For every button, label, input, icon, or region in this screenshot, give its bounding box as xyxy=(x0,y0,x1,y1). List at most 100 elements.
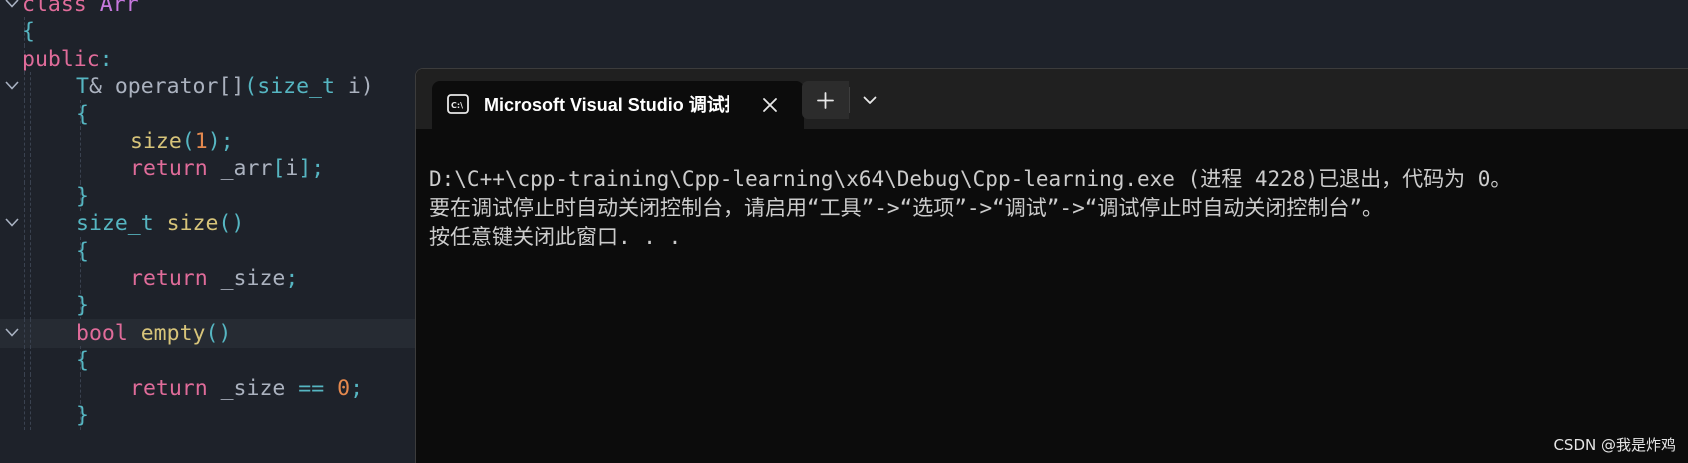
code-text: size(1); xyxy=(130,127,234,156)
output-line-2: 要在调试停止时自动关闭控制台，请启用“工具”->“选项”->“调试”->“调试停… xyxy=(429,196,1383,220)
code-token: () xyxy=(205,320,232,346)
code-token: empty xyxy=(140,320,206,346)
code-token: ( xyxy=(181,129,195,154)
code-token: { xyxy=(76,348,89,374)
code-token: size xyxy=(166,211,219,237)
code-token: i xyxy=(285,156,299,182)
code-line: class Arr xyxy=(0,0,1688,19)
code-token: Arr xyxy=(99,0,139,17)
code-text: return _size == 0; xyxy=(130,374,363,403)
code-token: i) xyxy=(334,74,374,100)
indent-guide xyxy=(24,209,25,239)
indent-guide xyxy=(24,264,25,293)
code-token: _size xyxy=(207,375,299,401)
code-text: { xyxy=(76,237,89,266)
indent-guide xyxy=(30,264,31,293)
code-token: { xyxy=(22,19,35,45)
code-token: } xyxy=(76,293,89,319)
code-token: 0 xyxy=(337,375,351,401)
indent-guide xyxy=(80,127,81,156)
code-text: { xyxy=(76,346,89,375)
indent-guide xyxy=(24,346,25,376)
indent-guide xyxy=(24,291,25,321)
indent-guide xyxy=(24,99,25,129)
indent-guide xyxy=(30,154,31,184)
code-token: class xyxy=(22,0,87,17)
code-token: { xyxy=(76,238,89,264)
indent-guide xyxy=(30,127,31,156)
code-token: [] xyxy=(218,74,245,100)
indent-guide xyxy=(80,154,81,184)
tab-dropdown-button[interactable] xyxy=(851,81,889,119)
code-token: } xyxy=(76,403,89,428)
indent-guide xyxy=(30,181,31,211)
code-text: T& operator[](size_t i) xyxy=(76,72,374,101)
terminal-window[interactable]: C:\ Microsoft Visual Studio 调试控 D:\C++\c… xyxy=(415,68,1688,463)
code-token: ]; xyxy=(298,156,325,182)
code-text: } xyxy=(76,291,89,320)
code-token: ( xyxy=(244,74,258,100)
code-token: T xyxy=(76,74,89,100)
code-token: [ xyxy=(272,156,286,182)
indent-guide xyxy=(80,264,81,293)
indent-guide xyxy=(24,236,25,266)
code-token: == xyxy=(298,375,325,401)
code-token: public xyxy=(22,46,100,72)
close-icon[interactable] xyxy=(760,95,780,115)
fold-chevron-icon[interactable] xyxy=(5,72,21,101)
code-text: } xyxy=(76,401,89,430)
code-token: } xyxy=(76,183,89,209)
indent-guide xyxy=(24,373,25,403)
code-text: return _arr[i]; xyxy=(130,154,324,183)
indent-guide xyxy=(80,373,81,403)
watermark: CSDN @我是炸鸡 xyxy=(1553,436,1676,454)
indent-guide xyxy=(24,127,25,156)
tab-title: Microsoft Visual Studio 调试控 xyxy=(484,95,729,115)
code-token: 1 xyxy=(194,129,208,154)
indent-guide xyxy=(30,99,31,129)
tab-divider xyxy=(849,87,850,113)
fold-chevron-icon[interactable] xyxy=(5,0,21,19)
code-token: return xyxy=(130,156,208,182)
code-token: size xyxy=(130,129,182,154)
indent-guide xyxy=(24,181,25,211)
indent-guide xyxy=(30,72,31,102)
code-token: operator xyxy=(114,74,219,100)
indent-guide xyxy=(30,401,31,430)
indent-guide xyxy=(30,291,31,321)
output-line-1: D:\C++\cpp-training\Cpp-learning\x64\Deb… xyxy=(429,167,1512,191)
indent-guide xyxy=(30,209,31,239)
code-token: return xyxy=(130,375,208,401)
code-text: return _size; xyxy=(130,264,298,293)
new-tab-button[interactable] xyxy=(802,81,849,119)
terminal-titlebar: C:\ Microsoft Visual Studio 调试控 xyxy=(416,69,1688,129)
code-token: _size xyxy=(207,266,286,291)
code-text: class Arr xyxy=(22,0,139,19)
indent-guide xyxy=(24,318,25,348)
indent-guide xyxy=(24,72,25,102)
code-token: ; xyxy=(285,266,299,291)
code-text: public: xyxy=(22,45,113,74)
indent-guide xyxy=(24,401,25,430)
terminal-tab[interactable]: C:\ Microsoft Visual Studio 调试控 xyxy=(432,81,804,129)
code-token: size_t xyxy=(257,74,335,100)
output-line-3: 按任意键关闭此窗口. . . xyxy=(429,225,682,249)
code-token: ; xyxy=(350,375,364,401)
code-line: { xyxy=(0,17,1688,47)
fold-chevron-icon[interactable] xyxy=(5,209,21,238)
terminal-output[interactable]: D:\C++\cpp-training\Cpp-learning\x64\Deb… xyxy=(429,165,1679,252)
fold-chevron-icon[interactable] xyxy=(5,319,21,348)
code-text: { xyxy=(22,17,35,46)
code-token: size_t xyxy=(76,211,154,237)
code-token: return xyxy=(130,266,208,291)
svg-text:C:\: C:\ xyxy=(451,101,463,110)
code-token: & xyxy=(88,74,115,100)
indent-guide xyxy=(30,346,31,376)
code-token: () xyxy=(218,211,245,237)
indent-guide xyxy=(24,154,25,184)
indent-guide xyxy=(30,318,31,348)
